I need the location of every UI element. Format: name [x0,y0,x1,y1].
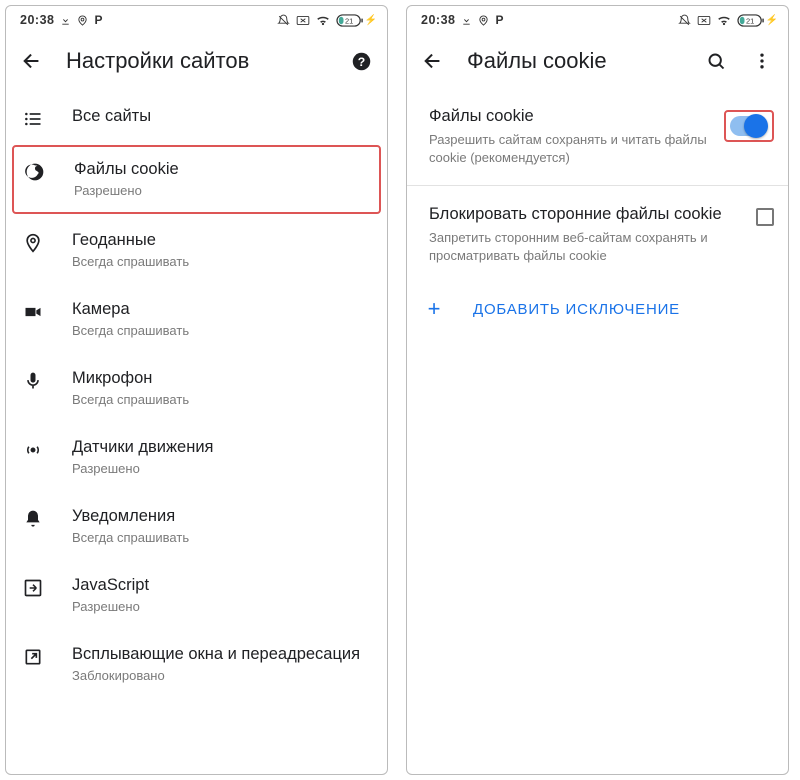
add-exception-button[interactable]: + ДОБАВИТЬ ИСКЛЮЧЕНИЕ [407,278,788,340]
row-subtitle: Всегда спрашивать [72,322,371,340]
row-location[interactable]: Геоданные Всегда спрашивать [6,216,387,285]
svg-text:?: ? [357,54,364,68]
wifi-icon [717,15,731,26]
statusbar: 20:38 P 21⚡ [407,6,788,32]
row-subtitle: Разрешено [72,598,371,616]
battery-icon: 21⚡ [737,14,778,27]
row-subtitle: Запретить сторонним веб-сайтам сохранять… [429,229,742,264]
row-all-sites[interactable]: Все сайты [6,92,387,143]
row-title: JavaScript [72,575,371,596]
nosim-icon [296,15,310,26]
settings-list: Все сайты Файлы cookie Разрешено Геоданн… [6,92,387,774]
row-title: Всплывающие окна и переадресация [72,644,371,665]
appbar-left: Настройки сайтов ? [6,32,387,92]
row-subtitle: Разрешено [74,182,369,200]
camera-icon [22,299,44,322]
row-motion-sensors[interactable]: Датчики движения Разрешено [6,423,387,492]
mute-icon [678,14,691,27]
bell-icon [22,506,44,529]
mic-icon [22,368,44,391]
row-cookies-toggle[interactable]: Файлы cookie Разрешить сайтам сохранять … [407,92,788,181]
row-notifications[interactable]: Уведомления Всегда спрашивать [6,492,387,561]
plus-icon: + [423,296,445,322]
p-icon: P [495,13,503,27]
location-icon [478,15,489,26]
row-camera[interactable]: Камера Всегда спрашивать [6,285,387,354]
status-time: 20:38 [20,13,54,27]
location-pin-icon [22,230,44,253]
row-cookies[interactable]: Файлы cookie Разрешено [14,147,379,212]
row-title: Микрофон [72,368,371,389]
highlight-toggle [724,110,774,142]
row-title: Камера [72,299,371,320]
more-icon[interactable] [750,51,774,71]
highlight-cookies-row: Файлы cookie Разрешено [12,145,381,214]
row-subtitle: Всегда спрашивать [72,253,371,271]
page-title-right: Файлы cookie [467,48,682,74]
row-title: Уведомления [72,506,371,527]
row-title: Блокировать сторонние файлы cookie [429,204,742,225]
cookie-settings: Файлы cookie Разрешить сайтам сохранять … [407,92,788,774]
row-subtitle: Разрешено [72,460,371,478]
cookie-icon [24,159,46,182]
row-microphone[interactable]: Микрофон Всегда спрашивать [6,354,387,423]
row-title: Файлы cookie [74,159,369,180]
search-icon[interactable] [704,51,728,72]
sensor-icon [22,437,44,460]
phone-left: 20:38 P 21⚡ Настройки сайтов ? Все сайты… [5,5,388,775]
svg-text:21: 21 [344,16,352,25]
row-subtitle: Всегда спрашивать [72,391,371,409]
row-title: Датчики движения [72,437,371,458]
popup-icon [22,644,44,667]
nosim-icon [697,15,711,26]
add-exception-label: ДОБАВИТЬ ИСКЛЮЧЕНИЕ [473,301,680,318]
row-subtitle: Разрешить сайтам сохранять и читать файл… [429,131,710,166]
back-icon[interactable] [20,50,44,72]
row-title: Все сайты [72,106,371,127]
back-icon[interactable] [421,50,445,72]
row-javascript[interactable]: JavaScript Разрешено [6,561,387,630]
row-subtitle: Всегда спрашивать [72,529,371,547]
status-time: 20:38 [421,13,455,27]
row-title: Геоданные [72,230,371,251]
download-icon [60,15,71,26]
p-icon: P [94,13,102,27]
mute-icon [277,14,290,27]
javascript-icon [22,575,44,598]
divider [407,185,788,186]
list-icon [22,106,44,129]
page-title-left: Настройки сайтов [66,48,327,74]
row-title: Файлы cookie [429,106,710,127]
appbar-right: Файлы cookie [407,32,788,92]
cookies-toggle[interactable] [730,116,766,136]
phone-right: 20:38 P 21⚡ Файлы cookie Файлы cookie Ра… [406,5,789,775]
block-thirdparty-checkbox[interactable] [756,208,774,226]
row-popups[interactable]: Всплывающие окна и переадресация Заблоки… [6,630,387,699]
svg-text:21: 21 [745,16,753,25]
row-subtitle: Заблокировано [72,667,371,685]
location-icon [77,15,88,26]
statusbar: 20:38 P 21⚡ [6,6,387,32]
battery-icon: 21⚡ [336,14,377,27]
row-block-thirdparty[interactable]: Блокировать сторонние файлы cookie Запре… [407,190,788,279]
help-icon[interactable]: ? [349,51,373,72]
wifi-icon [316,15,330,26]
download-icon [461,15,472,26]
